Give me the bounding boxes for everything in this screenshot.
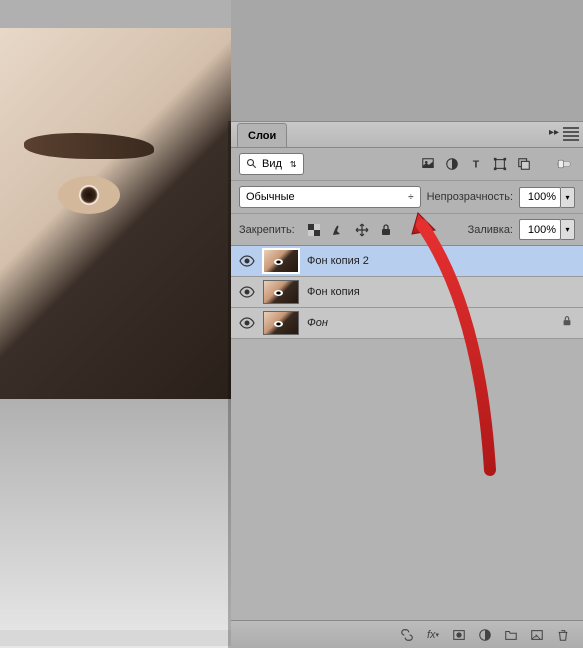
chevron-updown-icon: ÷ <box>408 192 414 203</box>
blend-mode-value: Обычные <box>246 191 295 203</box>
blend-opacity-row: Обычные ÷ Непрозрачность: 100% ▾ <box>231 181 583 214</box>
layer-mask-icon[interactable] <box>451 627 467 643</box>
lock-fill-row: Закрепить: Заливка: 100% ▾ <box>231 214 583 246</box>
lock-label: Закрепить: <box>239 224 295 236</box>
canvas-area <box>0 0 231 648</box>
layer-row[interactable]: Фон копия 2 <box>231 246 583 277</box>
layer-thumbnail[interactable] <box>263 249 299 273</box>
layers-panel: Слои ▸▸ Вид ⇅ T Обычные ÷ Непрозрачность… <box>231 121 583 648</box>
filter-label: Вид <box>262 158 282 170</box>
filter-toggle-switch[interactable] <box>553 155 575 173</box>
filter-adjustment-icon[interactable] <box>443 155 461 173</box>
fill-input[interactable]: 100% <box>519 219 561 240</box>
layer-row[interactable]: Фон копия <box>231 277 583 308</box>
layer-filter-select[interactable]: Вид ⇅ <box>239 153 304 175</box>
lock-icon <box>561 314 573 332</box>
fill-dropdown[interactable]: ▾ <box>561 219 575 240</box>
lock-position-icon[interactable] <box>353 221 371 239</box>
visibility-eye-icon[interactable] <box>239 315 255 331</box>
delete-layer-icon[interactable] <box>555 627 571 643</box>
layer-name[interactable]: Фон копия <box>307 286 360 298</box>
layer-name[interactable]: Фон <box>307 317 328 329</box>
chevron-updown-icon: ⇅ <box>290 160 297 169</box>
panel-footer: fx▾ <box>231 620 583 648</box>
layer-name[interactable]: Фон копия 2 <box>307 255 369 267</box>
layer-thumbnail[interactable] <box>263 311 299 335</box>
lock-transparency-icon[interactable] <box>305 221 323 239</box>
layer-row[interactable]: Фон <box>231 308 583 339</box>
fill-label: Заливка: <box>468 224 513 236</box>
collapse-icon[interactable]: ▸▸ <box>549 127 559 138</box>
opacity-dropdown[interactable]: ▾ <box>561 187 575 208</box>
lock-all-icon[interactable] <box>377 221 395 239</box>
fill-adjustment-icon[interactable] <box>477 627 493 643</box>
panel-menu-icon[interactable] <box>563 126 579 142</box>
panel-tab-bar: Слои ▸▸ <box>231 122 583 148</box>
new-layer-icon[interactable] <box>529 627 545 643</box>
filter-pixel-icon[interactable] <box>419 155 437 173</box>
filter-row: Вид ⇅ T <box>231 148 583 181</box>
layer-fx-icon[interactable]: fx▾ <box>425 627 441 643</box>
layer-thumbnail[interactable] <box>263 280 299 304</box>
lock-image-icon[interactable] <box>329 221 347 239</box>
search-icon <box>246 158 258 170</box>
blend-mode-select[interactable]: Обычные ÷ <box>239 186 421 208</box>
opacity-input[interactable]: 100% <box>519 187 561 208</box>
visibility-eye-icon[interactable] <box>239 253 255 269</box>
tab-layers[interactable]: Слои <box>237 123 287 147</box>
layers-list: Фон копия 2 Фон копия Фон <box>231 246 583 339</box>
horizontal-scrollbar[interactable] <box>0 630 231 646</box>
filter-type-icon[interactable]: T <box>467 155 485 173</box>
filter-shape-icon[interactable] <box>491 155 509 173</box>
link-layers-icon[interactable] <box>399 627 415 643</box>
filter-smart-icon[interactable] <box>515 155 533 173</box>
new-group-icon[interactable] <box>503 627 519 643</box>
document-photo[interactable] <box>0 28 231 399</box>
svg-text:T: T <box>473 159 480 171</box>
visibility-eye-icon[interactable] <box>239 284 255 300</box>
tab-label: Слои <box>248 130 276 142</box>
opacity-label: Непрозрачность: <box>427 191 513 203</box>
